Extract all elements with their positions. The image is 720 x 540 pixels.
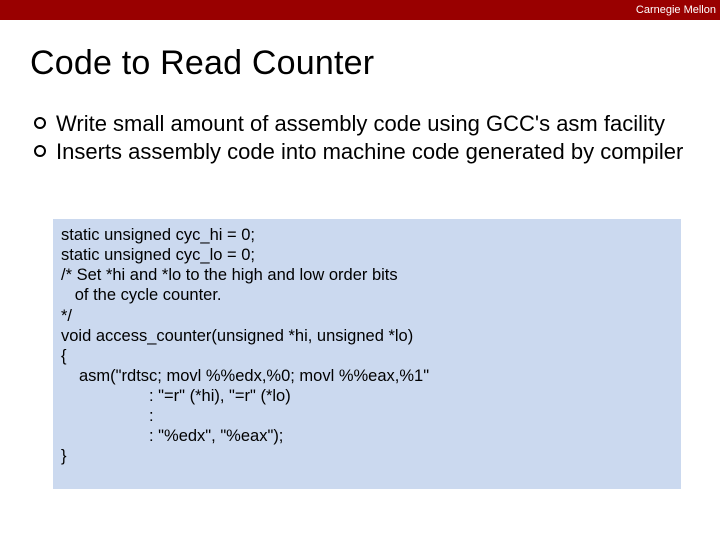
code-line: static unsigned cyc_lo = 0; bbox=[61, 245, 673, 265]
bullet-marker-icon bbox=[34, 145, 46, 157]
code-line: { bbox=[61, 346, 673, 366]
code-line: } bbox=[61, 446, 673, 466]
institution-label: Carnegie Mellon bbox=[636, 4, 716, 16]
bullet-item: Write small amount of assembly code usin… bbox=[34, 110, 696, 138]
code-line: */ bbox=[61, 306, 673, 326]
code-line: /* Set *hi and *lo to the high and low o… bbox=[61, 265, 673, 285]
slide-title: Code to Read Counter bbox=[30, 44, 374, 83]
code-line: : bbox=[61, 406, 673, 426]
code-line: : "=r" (*hi), "=r" (*lo) bbox=[61, 386, 673, 406]
code-block: static unsigned cyc_hi = 0; static unsig… bbox=[52, 218, 682, 490]
top-bar: Carnegie Mellon bbox=[0, 0, 720, 20]
code-line: of the cycle counter. bbox=[61, 285, 673, 305]
code-line: asm("rdtsc; movl %%edx,%0; movl %%eax,%1… bbox=[61, 366, 673, 386]
bullet-item: Inserts assembly code into machine code … bbox=[34, 138, 696, 166]
bullet-text: Write small amount of assembly code usin… bbox=[56, 110, 665, 138]
slide: Carnegie Mellon Code to Read Counter Wri… bbox=[0, 0, 720, 540]
bullet-list: Write small amount of assembly code usin… bbox=[34, 110, 696, 166]
code-line: : "%edx", "%eax"); bbox=[61, 426, 673, 446]
bullet-marker-icon bbox=[34, 117, 46, 129]
code-line: void access_counter(unsigned *hi, unsign… bbox=[61, 326, 673, 346]
code-line: static unsigned cyc_hi = 0; bbox=[61, 225, 673, 245]
bullet-text: Inserts assembly code into machine code … bbox=[56, 138, 683, 166]
